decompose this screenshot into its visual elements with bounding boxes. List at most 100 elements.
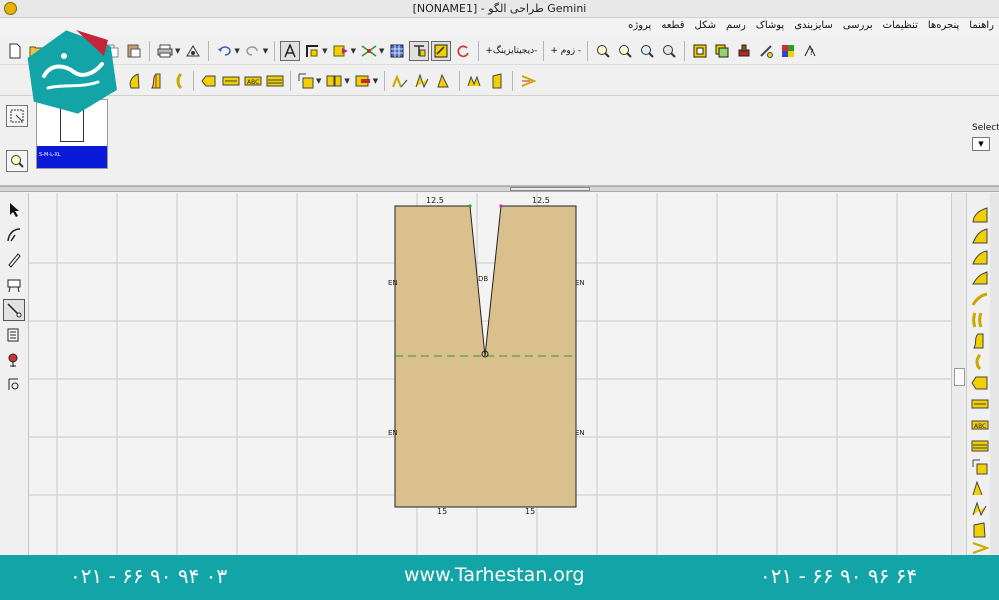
splitter-grip[interactable] (510, 187, 590, 191)
piece-copy-button[interactable] (712, 41, 732, 61)
print-button[interactable] (155, 41, 175, 61)
button-placement-icon[interactable] (3, 373, 25, 395)
grid-toggle-button[interactable] (387, 41, 407, 61)
menu-project[interactable]: پروژه (623, 18, 656, 36)
curve-tool-icon[interactable] (3, 224, 25, 246)
right-tool-curve-icon[interactable] (969, 205, 991, 224)
abc-label-icon[interactable]: ABC (243, 71, 263, 91)
corner-tool-button[interactable] (302, 41, 322, 61)
chevron-down-icon[interactable]: ▼ (351, 47, 356, 55)
zoom-in-icon[interactable] (593, 41, 613, 61)
combine-tool-icon[interactable] (353, 71, 373, 91)
right-tool-dart-icon[interactable] (969, 478, 991, 497)
right-tool-curve5-icon[interactable] (969, 289, 991, 308)
sleeve-piece-icon[interactable] (146, 71, 166, 91)
line-tool-icon[interactable] (3, 299, 25, 321)
right-tool-label-icon[interactable] (969, 394, 991, 413)
seam-allowance-button[interactable] (431, 40, 452, 61)
paste-button[interactable] (124, 41, 144, 61)
chevron-down-icon[interactable]: ▼ (373, 77, 378, 85)
menu-shape[interactable]: شکل (690, 18, 721, 36)
redo-button[interactable] (243, 41, 263, 61)
chevron-down-icon[interactable]: ▼ (344, 77, 349, 85)
right-tool-fold-icon[interactable] (969, 457, 991, 476)
right-tool-sleeve-icon[interactable] (969, 331, 991, 350)
pencil-icon[interactable] (3, 249, 25, 271)
arrow-cursor-icon[interactable] (3, 199, 25, 221)
drawing-canvas[interactable]: EN EN EN EN DB 12.5 12.5 15 15 (29, 193, 951, 555)
measure-button[interactable] (409, 40, 430, 61)
chevron-down-icon[interactable]: ▼ (322, 47, 327, 55)
plot-button[interactable] (183, 41, 203, 61)
right-tool-walk-icon[interactable] (969, 538, 991, 555)
stamp-button[interactable] (734, 41, 754, 61)
text-tool-button[interactable] (280, 40, 301, 61)
menu-settings[interactable]: تنظیمات (878, 18, 923, 36)
right-tool-curve4-icon[interactable] (969, 268, 991, 287)
zoom-window-icon[interactable] (637, 41, 657, 61)
zigzag-tool-icon[interactable] (465, 71, 485, 91)
chevron-down-icon[interactable]: ▼ (316, 77, 321, 85)
menu-piece[interactable]: قطعه (656, 18, 689, 36)
pleat-tool-icon[interactable] (412, 71, 432, 91)
measure-piece-icon[interactable] (3, 324, 25, 346)
chevron-down-icon[interactable]: ▼ (263, 47, 268, 55)
chevron-down-icon[interactable]: ▼ (379, 47, 384, 55)
help-icon[interactable]: ? (800, 41, 820, 61)
notch-marker-icon[interactable] (3, 349, 25, 371)
fold-dart-icon[interactable] (434, 71, 454, 91)
menu-draw[interactable]: رسم (721, 18, 751, 36)
right-tool-pleat-icon[interactable] (969, 499, 991, 518)
notch-tool-button[interactable] (331, 41, 351, 61)
canvas-vertical-scrollbar[interactable] (951, 193, 967, 555)
right-tool-curve3-icon[interactable] (969, 247, 991, 266)
right-tool-split-icon[interactable] (969, 310, 991, 329)
half-piece-icon[interactable] (168, 71, 188, 91)
right-tool-lines-icon[interactable] (969, 436, 991, 455)
zoom-out-icon[interactable] (615, 41, 635, 61)
right-tool-pentagon-icon[interactable] (969, 373, 991, 392)
dart-tool-icon[interactable] (390, 71, 410, 91)
chevron-down-icon[interactable]: ▼ (175, 47, 180, 55)
seam-shape-icon[interactable] (487, 71, 507, 91)
split-tool-icon[interactable] (324, 71, 344, 91)
select-label: Selecte (972, 123, 999, 133)
walk-pattern-icon[interactable] (518, 71, 538, 91)
ruler-tool-icon[interactable] (3, 274, 25, 296)
tools-button[interactable] (756, 41, 776, 61)
window-title: [NONAME1] - طراحی الگو Gemini (412, 2, 587, 15)
new-file-button[interactable] (5, 41, 25, 61)
select-dropdown[interactable]: ▼ (972, 137, 990, 151)
pattern-piece[interactable]: EN EN EN EN DB (29, 193, 951, 555)
fold-tool-icon[interactable] (296, 71, 316, 91)
right-tool-curve2-icon[interactable] (969, 226, 991, 245)
right-tool-abc-icon[interactable]: ABC (969, 415, 991, 434)
panel-splitter[interactable] (0, 186, 999, 192)
preview-zoom-button[interactable] (6, 150, 28, 172)
scrollbar-thumb[interactable] (954, 368, 965, 386)
piece-info-button[interactable] (690, 41, 710, 61)
menu-windows[interactable]: پنجره‌ها (923, 18, 964, 36)
right-toolbox-scrollbar[interactable] (990, 193, 999, 555)
zoom-fit-icon[interactable] (659, 41, 679, 61)
curve-piece-icon[interactable] (124, 71, 144, 91)
right-tool-shape-icon[interactable] (969, 520, 991, 539)
lines-piece-icon[interactable] (265, 71, 285, 91)
pentagon-piece-icon[interactable] (199, 71, 219, 91)
chevron-down-icon[interactable]: ▼ (234, 47, 239, 55)
toolbar-separator (459, 70, 461, 91)
color-palette-button[interactable] (778, 41, 798, 61)
zoom-label[interactable]: + زوم - (548, 46, 583, 56)
menu-check[interactable]: بررسی (838, 18, 878, 36)
rotate-button[interactable] (453, 41, 473, 61)
menu-garment[interactable]: پوشاک (751, 18, 789, 36)
menu-grading[interactable]: سایزبندی (789, 18, 838, 36)
footer-website[interactable]: www.Tarhestan.org (404, 564, 584, 586)
menu-help[interactable]: راهنما (964, 18, 999, 36)
label-piece-icon[interactable] (221, 71, 241, 91)
undo-button[interactable] (214, 41, 234, 61)
digitizing-label[interactable]: +دیجیتایزینگ- (483, 46, 539, 56)
gemini-window: [NONAME1] - طراحی الگو Gemini پروژه قطعه… (0, 0, 999, 600)
right-tool-half-icon[interactable] (969, 352, 991, 371)
mirror-tool-button[interactable] (359, 41, 379, 61)
